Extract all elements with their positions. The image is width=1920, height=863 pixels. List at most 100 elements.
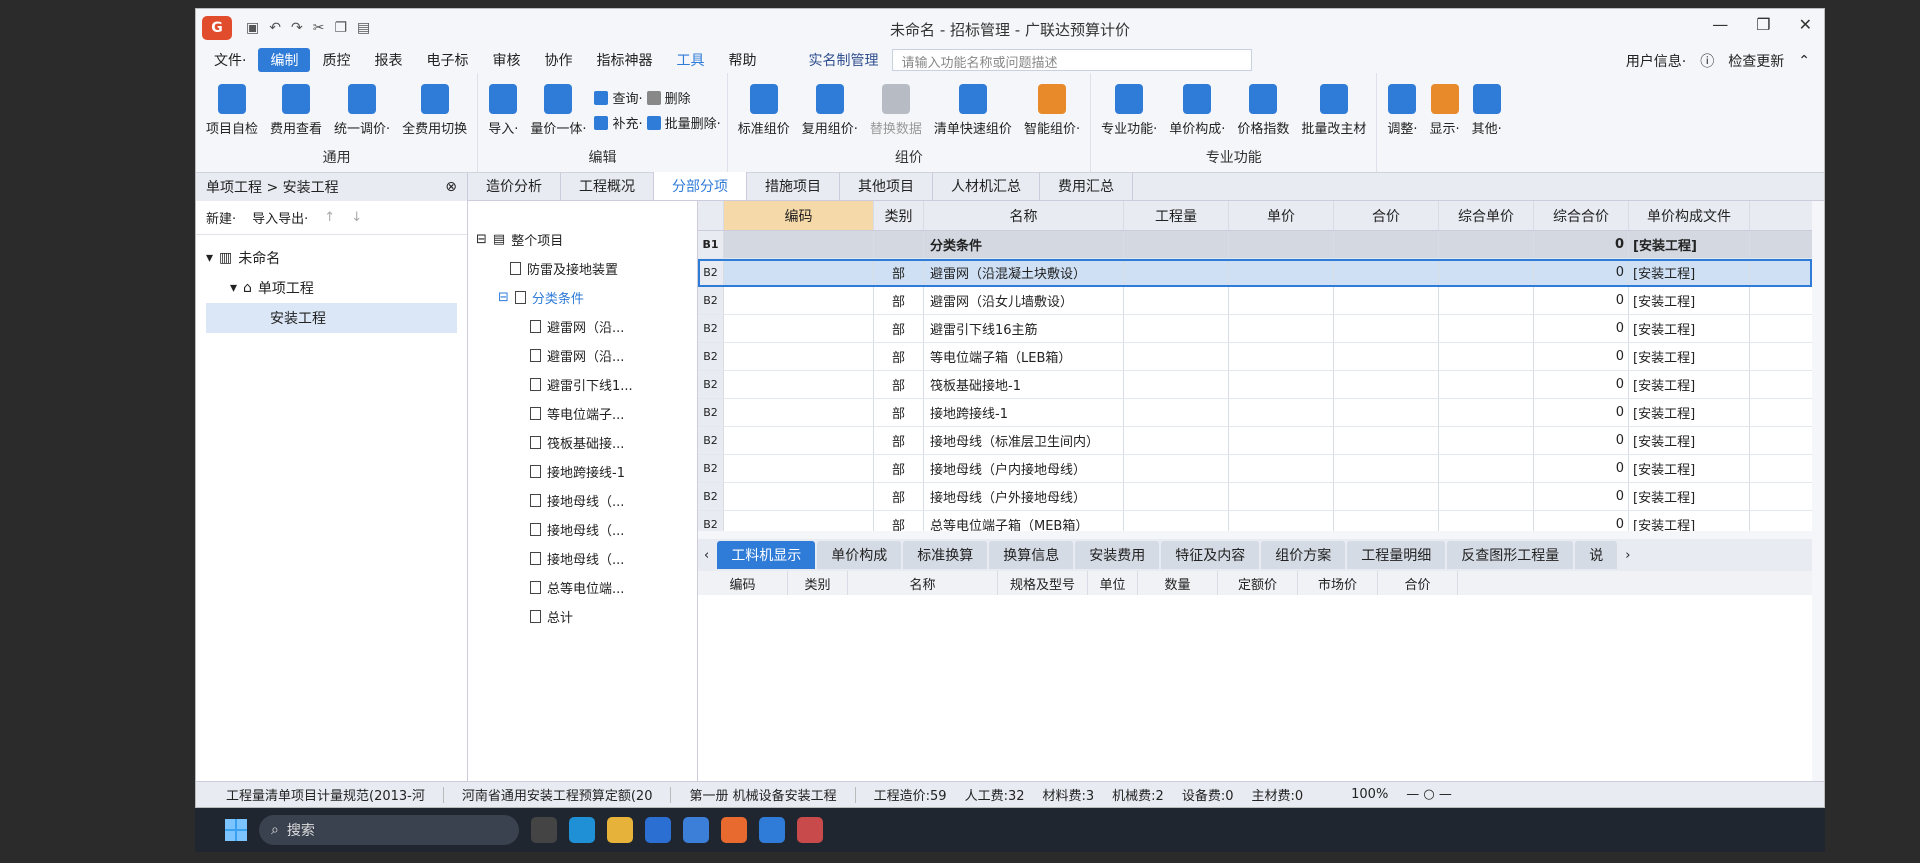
cell-file[interactable]: [安装工程] xyxy=(1629,399,1750,426)
tab-standard-conversion[interactable]: 标准换算 xyxy=(903,541,988,569)
new-button[interactable]: 新建· xyxy=(206,208,236,227)
tree-node[interactable]: 避雷网（沿... xyxy=(476,312,689,341)
cell-total[interactable] xyxy=(1334,511,1439,531)
tree-node[interactable]: 接地跨接线-1 xyxy=(476,457,689,486)
col-res-total[interactable]: 合价 xyxy=(1378,571,1458,595)
edge-icon[interactable] xyxy=(569,817,595,843)
cell-type[interactable]: 部 xyxy=(874,343,924,370)
tab-other[interactable]: 其他项目 xyxy=(840,172,933,200)
cell-type[interactable]: 部 xyxy=(874,455,924,482)
pro-function-button[interactable]: 专业功能· xyxy=(1097,83,1161,137)
fee-view-button[interactable]: 费用查看 xyxy=(266,83,326,137)
function-search-input[interactable]: 请输入功能名称或问题描述 xyxy=(892,49,1253,71)
cell-unit[interactable] xyxy=(1229,231,1334,258)
cell-cu[interactable] xyxy=(1439,287,1534,314)
cell-ct[interactable]: 0 xyxy=(1534,259,1629,286)
col-res-name[interactable]: 名称 xyxy=(848,571,998,595)
cell-unit[interactable] xyxy=(1229,287,1334,314)
cell-total[interactable] xyxy=(1334,399,1439,426)
cell-ct[interactable]: 0 xyxy=(1534,287,1629,314)
tab-measures[interactable]: 措施项目 xyxy=(747,172,840,200)
cell-type[interactable]: 部 xyxy=(874,315,924,342)
cell-ct[interactable]: 0 xyxy=(1534,399,1629,426)
cell-qty[interactable] xyxy=(1124,259,1229,286)
cell-unit[interactable] xyxy=(1229,343,1334,370)
cell-code[interactable] xyxy=(724,371,874,398)
cell-file[interactable]: [安装工程] xyxy=(1629,455,1750,482)
cell-total[interactable] xyxy=(1334,259,1439,286)
windows-start-icon[interactable] xyxy=(225,819,247,841)
move-down-icon[interactable]: ↓ xyxy=(351,210,362,225)
project-check-button[interactable]: 项目自检 xyxy=(202,83,262,137)
cell-total[interactable] xyxy=(1334,371,1439,398)
standard-pricing-button[interactable]: 标准组价 xyxy=(734,83,794,137)
tree-node[interactable]: 避雷网（沿... xyxy=(476,341,689,370)
table-row[interactable]: B2 部接地跨接线-1 0 [安装工程] xyxy=(698,399,1812,427)
cell-type[interactable] xyxy=(874,231,924,258)
cell-qty[interactable] xyxy=(1124,483,1229,510)
table-row[interactable]: B1 分类条件 0 [安装工程] xyxy=(698,231,1812,259)
query-button[interactable]: 查询· xyxy=(594,88,643,107)
status-quota[interactable]: 河南省通用安装工程预算定额(20 xyxy=(462,785,653,804)
cell-qty[interactable] xyxy=(1124,511,1229,531)
tree-node[interactable]: 总等电位端... xyxy=(476,573,689,602)
cell-file[interactable]: [安装工程] xyxy=(1629,343,1750,370)
delete-button[interactable]: 删除 xyxy=(646,88,721,107)
close-icon[interactable]: ✕ xyxy=(1799,15,1812,34)
cell-code[interactable] xyxy=(724,455,874,482)
cell-type[interactable]: 部 xyxy=(874,427,924,454)
cell-cu[interactable] xyxy=(1439,231,1534,258)
expand-icon[interactable]: ▾ xyxy=(230,280,237,296)
col-code[interactable]: 编码 xyxy=(724,201,874,230)
cell-file[interactable]: [安装工程] xyxy=(1629,259,1750,286)
menu-ebid[interactable]: 电子标 xyxy=(414,48,480,72)
table-row[interactable]: B2 部筏板基础接地-1 0 [安装工程] xyxy=(698,371,1812,399)
cell-total[interactable] xyxy=(1334,343,1439,370)
cell-cu[interactable] xyxy=(1439,427,1534,454)
display-button[interactable]: 显示· xyxy=(1426,83,1464,137)
cell-name[interactable]: 等电位端子箱（LEB箱） xyxy=(924,343,1124,370)
restore-icon[interactable]: ❐ xyxy=(1756,15,1770,34)
cell-qty[interactable] xyxy=(1124,343,1229,370)
tab-features[interactable]: 特征及内容 xyxy=(1161,541,1260,569)
menu-file[interactable]: 文件· xyxy=(202,48,258,72)
cell-total[interactable] xyxy=(1334,287,1439,314)
minimize-icon[interactable]: — xyxy=(1712,15,1728,34)
tab-unit-structure[interactable]: 单价构成 xyxy=(817,541,902,569)
col-comp-unit[interactable]: 综合单价 xyxy=(1439,201,1534,230)
cell-unit[interactable] xyxy=(1229,511,1334,531)
cell-ct[interactable]: 0 xyxy=(1534,455,1629,482)
cell-total[interactable] xyxy=(1334,483,1439,510)
tree-node-root[interactable]: ⊟ ▤ 整个项目 xyxy=(476,225,689,254)
menu-edit[interactable]: 编制 xyxy=(258,48,311,72)
cell-name[interactable]: 避雷网（沿女儿墙敷设） xyxy=(924,287,1124,314)
batch-material-button[interactable]: 批量改主材 xyxy=(1297,83,1370,137)
collapse-box-icon[interactable]: ⊟ xyxy=(498,290,509,305)
cell-unit[interactable] xyxy=(1229,315,1334,342)
help-icon[interactable]: ⓘ xyxy=(1700,51,1714,71)
cell-code[interactable] xyxy=(724,343,874,370)
task-view-icon[interactable] xyxy=(531,817,557,843)
cell-total[interactable] xyxy=(1334,231,1439,258)
tree-node-single[interactable]: ▾ ⌂ 单项工程 xyxy=(206,273,457,303)
app-icon[interactable] xyxy=(797,817,823,843)
table-row[interactable]: B2 部总等电位端子箱（MEB箱） 0 [安装工程] xyxy=(698,511,1812,531)
copy-icon[interactable]: ❐ xyxy=(334,20,347,36)
tab-fee-summary[interactable]: 费用汇总 xyxy=(1040,172,1133,200)
cell-name[interactable]: 分类条件 xyxy=(924,231,1124,258)
tree-node[interactable]: 接地母线（... xyxy=(476,515,689,544)
cell-name[interactable]: 避雷引下线16主筋 xyxy=(924,315,1124,342)
tab-more[interactable]: 说 xyxy=(1575,541,1618,569)
col-type[interactable]: 类别 xyxy=(874,201,924,230)
collapse-ribbon-icon[interactable]: ⌃ xyxy=(1798,53,1810,69)
expand-icon[interactable]: ▾ xyxy=(206,250,213,266)
tree-node[interactable]: ⊟ 分类条件 xyxy=(476,283,689,312)
smart-pricing-button[interactable]: 智能组价· xyxy=(1020,83,1084,137)
tab-qty-detail[interactable]: 工程量明细 xyxy=(1347,541,1446,569)
cell-code[interactable] xyxy=(724,399,874,426)
unit-price-structure-button[interactable]: 单价构成· xyxy=(1165,83,1229,137)
table-row[interactable]: B2 部避雷网（沿女儿墙敷设） 0 [安装工程] xyxy=(698,287,1812,315)
undo-icon[interactable]: ↶ xyxy=(269,20,281,36)
tab-pricing-plan[interactable]: 组价方案 xyxy=(1261,541,1346,569)
cell-file[interactable]: [安装工程] xyxy=(1629,231,1750,258)
